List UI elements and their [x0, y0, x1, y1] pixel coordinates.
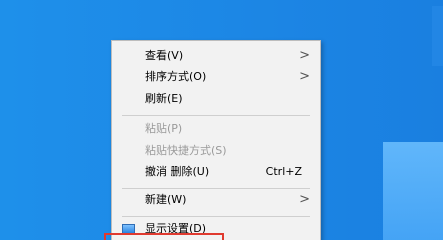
red-highlight-box: [104, 233, 224, 240]
menu-item-paste: 粘贴(P): [112, 118, 320, 140]
menu-separator: [122, 216, 310, 217]
menu-separator: [122, 115, 310, 116]
menu-item-paste-shortcut-label: 粘贴快捷方式(S): [145, 144, 227, 157]
menu-item-refresh[interactable]: 刷新(E): [112, 88, 320, 110]
menu-item-sort-by[interactable]: 排序方式(O) >: [112, 66, 320, 88]
menu-item-paste-label: 粘贴(P): [145, 122, 183, 135]
menu-item-undo-delete-label: 撤消 删除(U): [145, 165, 210, 178]
wallpaper-window-shape: [383, 142, 443, 240]
menu-item-refresh-label: 刷新(E): [145, 92, 183, 105]
desktop-context-menu: 查看(V) > 排序方式(O) > 刷新(E) 粘贴(P) 粘贴快捷方式(S) …: [111, 40, 321, 240]
menu-item-view-label: 查看(V): [145, 49, 184, 62]
wallpaper-window-shape-top: [432, 6, 443, 66]
menu-item-new-label: 新建(W): [145, 193, 187, 206]
chevron-right-icon: >: [299, 69, 310, 84]
menu-item-new[interactable]: 新建(W) >: [112, 189, 320, 211]
chevron-right-icon: >: [299, 192, 310, 207]
menu-item-undo-delete-shortcut: Ctrl+Z: [265, 165, 302, 178]
menu-item-sort-by-label: 排序方式(O): [145, 70, 207, 83]
menu-item-paste-shortcut: 粘贴快捷方式(S): [112, 140, 320, 162]
menu-item-view[interactable]: 查看(V) >: [112, 45, 320, 67]
chevron-right-icon: >: [299, 48, 310, 63]
menu-item-undo-delete[interactable]: 撤消 删除(U) Ctrl+Z: [112, 161, 320, 183]
